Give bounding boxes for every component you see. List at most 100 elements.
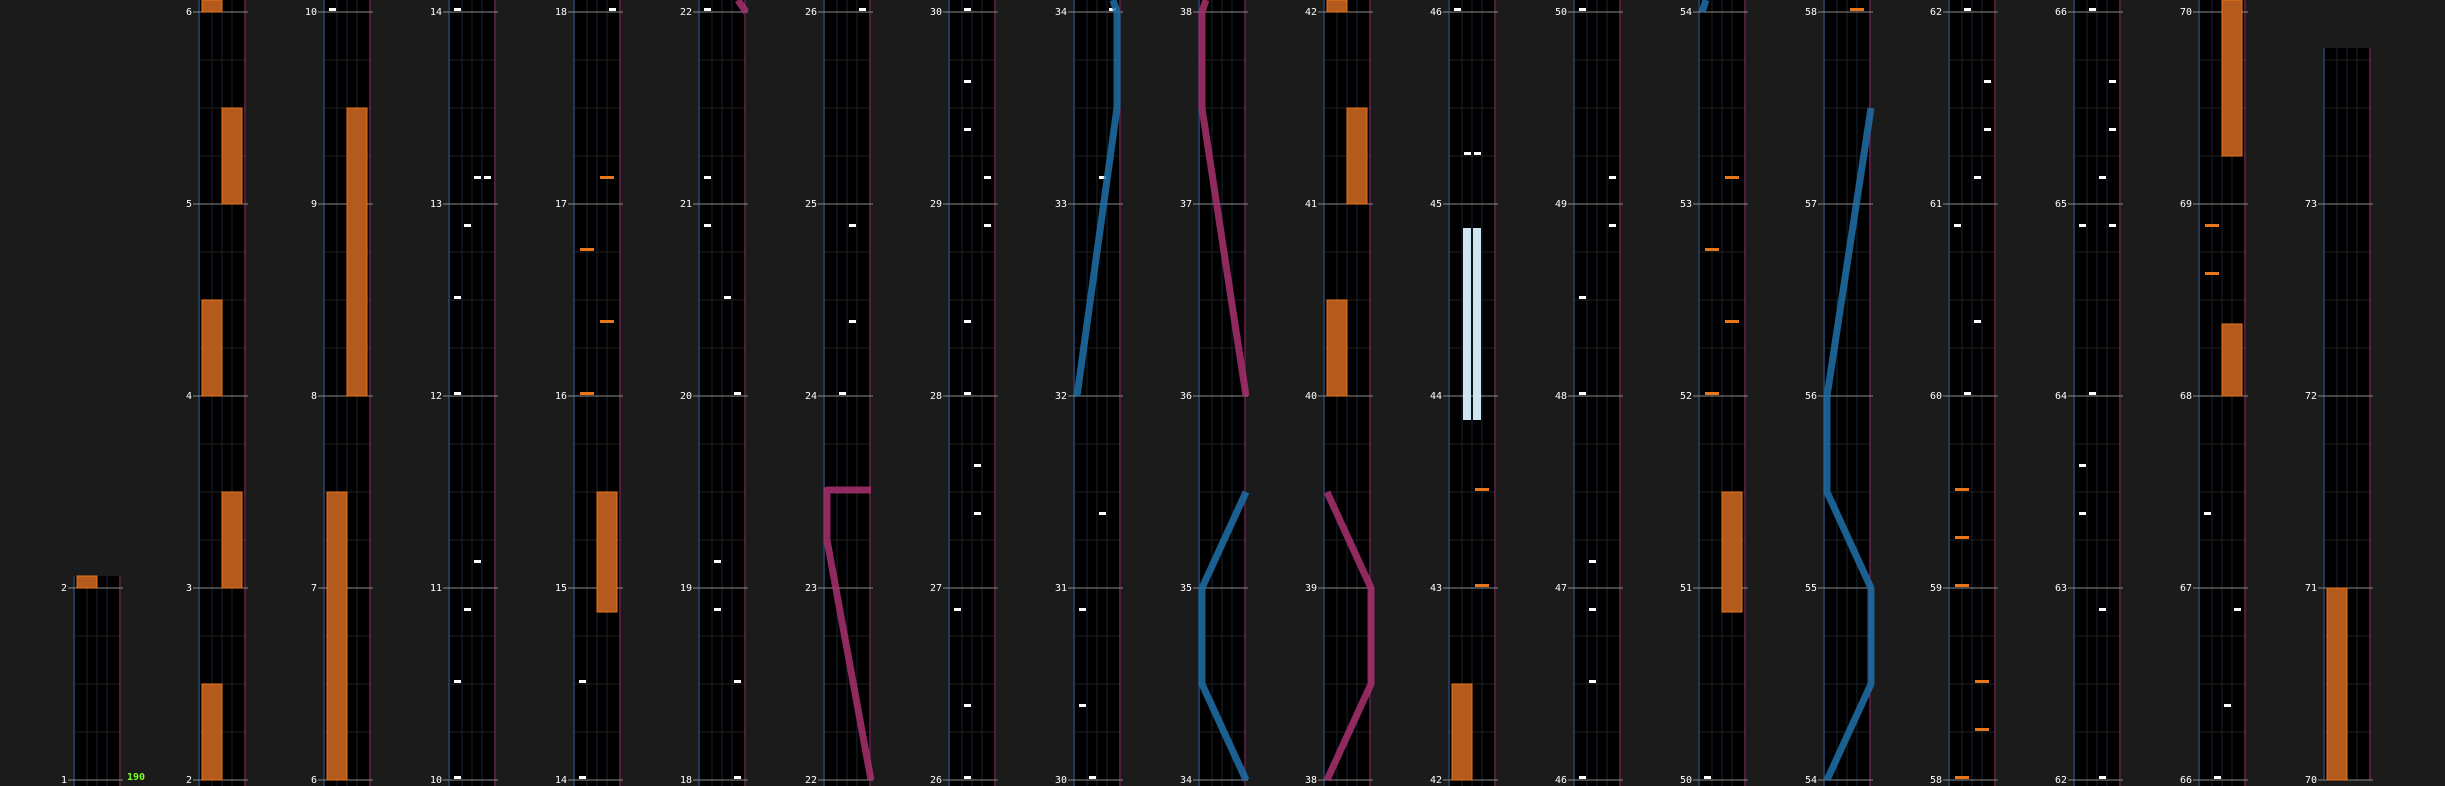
measure-number: 66 — [2055, 7, 2067, 18]
measure-number: 66 — [2180, 775, 2192, 786]
bt-chip-note — [484, 176, 491, 179]
fx-hold-note — [221, 491, 243, 589]
bt-chip-note — [2079, 224, 2086, 227]
bt-chip-note — [964, 320, 971, 323]
fx-chip-note — [600, 320, 614, 323]
measure-number: 42 — [1305, 7, 1317, 18]
measure-number: 64 — [2055, 391, 2067, 402]
bt-chip-note — [1454, 8, 1461, 11]
fx-hold-note — [201, 0, 223, 13]
fx-chip-note — [580, 248, 594, 251]
bt-chip-note — [2109, 128, 2116, 131]
measure-number: 49 — [1555, 199, 1567, 210]
measure-number: 24 — [805, 391, 817, 402]
measure-number: 54 — [1680, 7, 1692, 18]
bt-chip-note — [964, 392, 971, 395]
bt-chip-note — [2109, 224, 2116, 227]
measure-number: 61 — [1930, 199, 1942, 210]
fx-chip-note — [1705, 248, 1719, 251]
fx-chip-note — [2205, 224, 2219, 227]
bt-chip-note — [724, 296, 731, 299]
measure-number: 41 — [1305, 199, 1317, 210]
fx-hold-note — [201, 683, 223, 781]
measure-number: 9 — [311, 199, 317, 210]
fx-hold-note — [1346, 107, 1368, 205]
measure-number: 7 — [311, 583, 317, 594]
fx-hold-note — [2326, 587, 2348, 781]
measure-number: 1 — [61, 775, 67, 786]
bt-chip-note — [2079, 464, 2086, 467]
measure-number: 17 — [555, 199, 567, 210]
measure-number: 51 — [1680, 583, 1692, 594]
bt-chip-note — [1704, 776, 1711, 779]
measure-number: 10 — [305, 7, 317, 18]
chart-canvas: 1223456678910101112131414151617181819202… — [61, 0, 2373, 786]
bt-chip-note — [579, 776, 586, 779]
measure-number: 73 — [2305, 199, 2317, 210]
measure-number: 3 — [186, 583, 192, 594]
bt-chip-note — [1964, 8, 1971, 11]
measure-number: 26 — [805, 7, 817, 18]
fx-chip-note — [1475, 488, 1489, 491]
measure-number: 56 — [1805, 391, 1817, 402]
bt-chip-note — [1099, 512, 1106, 515]
measure-number: 30 — [930, 7, 942, 18]
bt-chip-note — [329, 8, 336, 11]
bt-chip-note — [714, 560, 721, 563]
chart-column — [1693, 0, 1748, 786]
measure-number: 23 — [805, 583, 817, 594]
bt-chip-note — [2089, 392, 2096, 395]
bt-chip-note — [1589, 608, 1596, 611]
measure-number: 46 — [1555, 775, 1567, 786]
bt-chip-note — [609, 8, 616, 11]
bt-chip-note — [734, 680, 741, 683]
measure-number: 10 — [430, 775, 442, 786]
measure-number: 34 — [1180, 775, 1192, 786]
measure-number: 22 — [680, 7, 692, 18]
bt-chip-note — [2109, 80, 2116, 83]
bt-chip-note — [964, 776, 971, 779]
fx-chip-note — [600, 176, 614, 179]
measure-number: 28 — [930, 391, 942, 402]
bt-chip-note — [454, 392, 461, 395]
measure-number: 60 — [1930, 391, 1942, 402]
measure-number: 47 — [1555, 583, 1567, 594]
measure-number: 54 — [1805, 775, 1817, 786]
measure-number: 20 — [680, 391, 692, 402]
fx-hold-note — [1326, 299, 1348, 397]
bt-chip-note — [1609, 176, 1616, 179]
measure-number: 42 — [1430, 775, 1442, 786]
fx-chip-note — [1955, 488, 1969, 491]
bt-chip-note — [2099, 608, 2106, 611]
measure-number: 12 — [430, 391, 442, 402]
chart-column — [568, 0, 623, 786]
measure-number: 5 — [186, 199, 192, 210]
bt-chip-note — [964, 80, 971, 83]
laser-left — [1698, 0, 1710, 14]
bt-chip-note — [704, 224, 711, 227]
measure-number: 70 — [2305, 775, 2317, 786]
measure-number: 22 — [805, 775, 817, 786]
measure-number: 14 — [555, 775, 567, 786]
bt-chip-note — [974, 512, 981, 515]
fx-chip-note — [1955, 536, 1969, 539]
bt-chip-note — [464, 608, 471, 611]
bt-chip-note — [2224, 704, 2231, 707]
fx-chip-note — [1850, 8, 1864, 11]
bt-chip-note — [964, 128, 971, 131]
measure-number: 19 — [680, 583, 692, 594]
bt-chip-note — [954, 608, 961, 611]
chart-column — [443, 0, 498, 786]
measure-number: 44 — [1430, 391, 1442, 402]
measure-number: 36 — [1180, 391, 1192, 402]
bt-chip-note — [1609, 224, 1616, 227]
fx-chip-note — [1955, 776, 1969, 779]
measure-number: 8 — [311, 391, 317, 402]
bt-chip-note — [964, 8, 971, 11]
measure-number: 39 — [1305, 583, 1317, 594]
fx-hold-note — [2221, 323, 2243, 397]
measure-number: 58 — [1805, 7, 1817, 18]
measure-number: 45 — [1430, 199, 1442, 210]
bt-chip-note — [984, 224, 991, 227]
measure-number: 27 — [930, 583, 942, 594]
